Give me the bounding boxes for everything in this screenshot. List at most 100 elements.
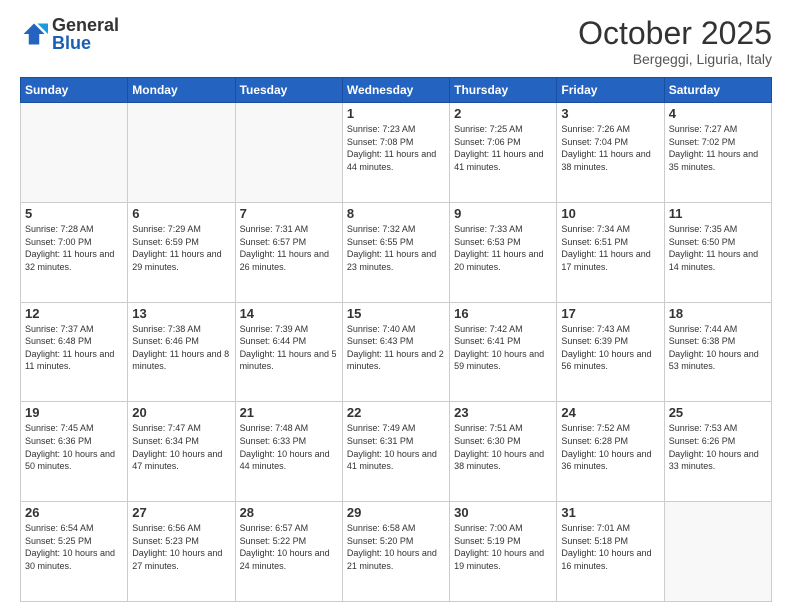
day-number: 6: [132, 206, 230, 221]
calendar-header-row: Sunday Monday Tuesday Wednesday Thursday…: [21, 78, 772, 103]
day-info: Sunrise: 7:01 AM Sunset: 5:18 PM Dayligh…: [561, 522, 659, 572]
day-cell: 2 Sunrise: 7:25 AM Sunset: 7:06 PM Dayli…: [450, 103, 557, 203]
day-cell: 1 Sunrise: 7:23 AM Sunset: 7:08 PM Dayli…: [342, 103, 449, 203]
day-info: Sunrise: 7:38 AM Sunset: 6:46 PM Dayligh…: [132, 323, 230, 373]
col-friday: Friday: [557, 78, 664, 103]
day-cell: 29 Sunrise: 6:58 AM Sunset: 5:20 PM Dayl…: [342, 502, 449, 602]
day-cell: 9 Sunrise: 7:33 AM Sunset: 6:53 PM Dayli…: [450, 202, 557, 302]
sunrise-text: Sunrise: 7:40 AM: [347, 324, 416, 334]
day-cell: 4 Sunrise: 7:27 AM Sunset: 7:02 PM Dayli…: [664, 103, 771, 203]
day-cell: 3 Sunrise: 7:26 AM Sunset: 7:04 PM Dayli…: [557, 103, 664, 203]
day-cell: [21, 103, 128, 203]
day-cell: 12 Sunrise: 7:37 AM Sunset: 6:48 PM Dayl…: [21, 302, 128, 402]
sunrise-text: Sunrise: 7:48 AM: [240, 423, 309, 433]
day-cell: 31 Sunrise: 7:01 AM Sunset: 5:18 PM Dayl…: [557, 502, 664, 602]
daylight-text: Daylight: 10 hours and 47 minutes.: [132, 449, 222, 472]
sunset-text: Sunset: 6:30 PM: [454, 436, 521, 446]
day-cell: 23 Sunrise: 7:51 AM Sunset: 6:30 PM Dayl…: [450, 402, 557, 502]
day-cell: 24 Sunrise: 7:52 AM Sunset: 6:28 PM Dayl…: [557, 402, 664, 502]
day-cell: 28 Sunrise: 6:57 AM Sunset: 5:22 PM Dayl…: [235, 502, 342, 602]
daylight-text: Daylight: 11 hours and 2 minutes.: [347, 349, 444, 372]
daylight-text: Daylight: 11 hours and 20 minutes.: [454, 249, 543, 272]
day-info: Sunrise: 7:40 AM Sunset: 6:43 PM Dayligh…: [347, 323, 445, 373]
daylight-text: Daylight: 10 hours and 53 minutes.: [669, 349, 759, 372]
day-number: 27: [132, 505, 230, 520]
day-cell: 27 Sunrise: 6:56 AM Sunset: 5:23 PM Dayl…: [128, 502, 235, 602]
sunset-text: Sunset: 5:20 PM: [347, 536, 414, 546]
sunrise-text: Sunrise: 6:54 AM: [25, 523, 94, 533]
daylight-text: Daylight: 11 hours and 29 minutes.: [132, 249, 221, 272]
day-number: 5: [25, 206, 123, 221]
day-info: Sunrise: 7:32 AM Sunset: 6:55 PM Dayligh…: [347, 223, 445, 273]
day-number: 22: [347, 405, 445, 420]
day-cell: 22 Sunrise: 7:49 AM Sunset: 6:31 PM Dayl…: [342, 402, 449, 502]
day-info: Sunrise: 7:42 AM Sunset: 6:41 PM Dayligh…: [454, 323, 552, 373]
daylight-text: Daylight: 10 hours and 56 minutes.: [561, 349, 651, 372]
sunrise-text: Sunrise: 7:44 AM: [669, 324, 738, 334]
day-cell: 11 Sunrise: 7:35 AM Sunset: 6:50 PM Dayl…: [664, 202, 771, 302]
sunset-text: Sunset: 6:41 PM: [454, 336, 521, 346]
week-row-1: 1 Sunrise: 7:23 AM Sunset: 7:08 PM Dayli…: [21, 103, 772, 203]
sunrise-text: Sunrise: 6:58 AM: [347, 523, 416, 533]
day-info: Sunrise: 7:34 AM Sunset: 6:51 PM Dayligh…: [561, 223, 659, 273]
daylight-text: Daylight: 10 hours and 19 minutes.: [454, 548, 544, 571]
sunrise-text: Sunrise: 7:51 AM: [454, 423, 523, 433]
daylight-text: Daylight: 10 hours and 59 minutes.: [454, 349, 544, 372]
sunrise-text: Sunrise: 7:53 AM: [669, 423, 738, 433]
day-number: 1: [347, 106, 445, 121]
col-saturday: Saturday: [664, 78, 771, 103]
day-cell: 20 Sunrise: 7:47 AM Sunset: 6:34 PM Dayl…: [128, 402, 235, 502]
sunrise-text: Sunrise: 7:26 AM: [561, 124, 630, 134]
day-cell: 6 Sunrise: 7:29 AM Sunset: 6:59 PM Dayli…: [128, 202, 235, 302]
col-tuesday: Tuesday: [235, 78, 342, 103]
day-cell: 7 Sunrise: 7:31 AM Sunset: 6:57 PM Dayli…: [235, 202, 342, 302]
logo-text: General Blue: [52, 16, 119, 52]
sunrise-text: Sunrise: 7:25 AM: [454, 124, 523, 134]
day-info: Sunrise: 6:54 AM Sunset: 5:25 PM Dayligh…: [25, 522, 123, 572]
sunrise-text: Sunrise: 7:45 AM: [25, 423, 94, 433]
sunset-text: Sunset: 7:04 PM: [561, 137, 628, 147]
title-block: October 2025 Bergeggi, Liguria, Italy: [578, 16, 772, 67]
sunrise-text: Sunrise: 7:49 AM: [347, 423, 416, 433]
sunrise-text: Sunrise: 7:31 AM: [240, 224, 309, 234]
day-number: 2: [454, 106, 552, 121]
day-number: 25: [669, 405, 767, 420]
day-cell: 14 Sunrise: 7:39 AM Sunset: 6:44 PM Dayl…: [235, 302, 342, 402]
week-row-2: 5 Sunrise: 7:28 AM Sunset: 7:00 PM Dayli…: [21, 202, 772, 302]
sunrise-text: Sunrise: 7:23 AM: [347, 124, 416, 134]
day-info: Sunrise: 7:00 AM Sunset: 5:19 PM Dayligh…: [454, 522, 552, 572]
sunset-text: Sunset: 7:00 PM: [25, 237, 92, 247]
day-number: 8: [347, 206, 445, 221]
day-cell: 16 Sunrise: 7:42 AM Sunset: 6:41 PM Dayl…: [450, 302, 557, 402]
sunset-text: Sunset: 6:34 PM: [132, 436, 199, 446]
day-cell: 10 Sunrise: 7:34 AM Sunset: 6:51 PM Dayl…: [557, 202, 664, 302]
sunrise-text: Sunrise: 7:33 AM: [454, 224, 523, 234]
day-cell: 8 Sunrise: 7:32 AM Sunset: 6:55 PM Dayli…: [342, 202, 449, 302]
daylight-text: Daylight: 10 hours and 44 minutes.: [240, 449, 330, 472]
day-info: Sunrise: 7:25 AM Sunset: 7:06 PM Dayligh…: [454, 123, 552, 173]
day-info: Sunrise: 7:45 AM Sunset: 6:36 PM Dayligh…: [25, 422, 123, 472]
daylight-text: Daylight: 10 hours and 38 minutes.: [454, 449, 544, 472]
col-sunday: Sunday: [21, 78, 128, 103]
daylight-text: Daylight: 11 hours and 11 minutes.: [25, 349, 114, 372]
calendar-title: October 2025: [578, 16, 772, 51]
sunset-text: Sunset: 7:08 PM: [347, 137, 414, 147]
day-info: Sunrise: 7:23 AM Sunset: 7:08 PM Dayligh…: [347, 123, 445, 173]
sunrise-text: Sunrise: 7:39 AM: [240, 324, 309, 334]
daylight-text: Daylight: 11 hours and 23 minutes.: [347, 249, 436, 272]
sunset-text: Sunset: 6:31 PM: [347, 436, 414, 446]
day-number: 23: [454, 405, 552, 420]
sunrise-text: Sunrise: 6:56 AM: [132, 523, 201, 533]
day-info: Sunrise: 7:27 AM Sunset: 7:02 PM Dayligh…: [669, 123, 767, 173]
day-number: 10: [561, 206, 659, 221]
header: General Blue October 2025 Bergeggi, Ligu…: [20, 16, 772, 67]
daylight-text: Daylight: 11 hours and 8 minutes.: [132, 349, 229, 372]
day-cell: 26 Sunrise: 6:54 AM Sunset: 5:25 PM Dayl…: [21, 502, 128, 602]
day-info: Sunrise: 7:49 AM Sunset: 6:31 PM Dayligh…: [347, 422, 445, 472]
sunset-text: Sunset: 6:43 PM: [347, 336, 414, 346]
sunset-text: Sunset: 6:39 PM: [561, 336, 628, 346]
day-info: Sunrise: 7:53 AM Sunset: 6:26 PM Dayligh…: [669, 422, 767, 472]
day-number: 21: [240, 405, 338, 420]
day-cell: [128, 103, 235, 203]
day-info: Sunrise: 7:51 AM Sunset: 6:30 PM Dayligh…: [454, 422, 552, 472]
